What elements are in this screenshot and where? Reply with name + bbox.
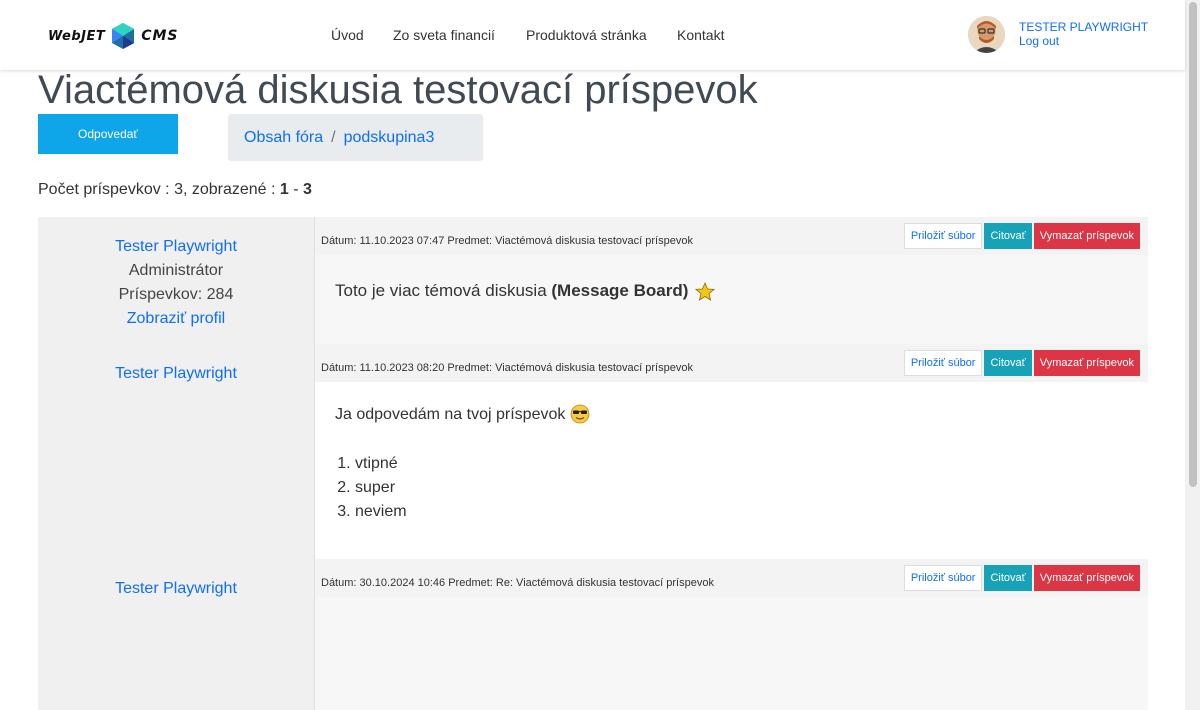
- post-content-panel: Dátum: 11.10.2023 08:20 Predmet: Viactém…: [314, 344, 1148, 559]
- page-title: Viactémová diskusia testovací príspevok: [38, 68, 758, 112]
- author-link[interactable]: Tester Playwright: [115, 238, 237, 255]
- delete-post-button[interactable]: Vymazať príspevok: [1033, 565, 1140, 591]
- avatar[interactable]: [968, 16, 1005, 53]
- scrollbar-thumb[interactable]: [1189, 2, 1197, 487]
- sunglasses-emoji-icon: [570, 404, 590, 424]
- breadcrumb-subgroup[interactable]: podskupina3: [344, 129, 435, 147]
- logo-hexagon-icon: [112, 23, 135, 49]
- post-date-subject: Dátum: 11.10.2023 07:47 Predmet: Viactém…: [321, 235, 693, 247]
- post-text: Toto je viac témová diskusia (Message Bo…: [335, 281, 716, 302]
- author-post-count: Príspevkov: 284: [118, 286, 234, 303]
- breadcrumb: Obsah fóra / podskupina3: [228, 114, 483, 161]
- post-text: Ja odpovedám na tvoj príspevok: [335, 404, 590, 424]
- post-actions: Priložiť súbor Citovať Vymazať príspevok: [903, 565, 1140, 591]
- breadcrumb-forum-content[interactable]: Obsah fóra: [244, 129, 323, 147]
- nav-item-uvod[interactable]: Úvod: [331, 27, 364, 43]
- logo-text-right: CMS: [141, 28, 179, 44]
- logo-text-left: WebJET: [48, 28, 106, 44]
- post-actions: Priložiť súbor Citovať Vymazať príspevok: [903, 223, 1140, 249]
- nav-item-produktova-stranka[interactable]: Produktová stránka: [526, 27, 647, 43]
- logout-link[interactable]: Log out: [1019, 34, 1059, 48]
- attach-file-button[interactable]: Priložiť súbor: [903, 565, 983, 591]
- attach-file-button[interactable]: Priložiť súbor: [903, 350, 983, 376]
- page-scrollbar[interactable]: [1185, 0, 1200, 710]
- post-meta: Dátum: 11.10.2023 08:20 Predmet: Viactém…: [315, 344, 1148, 383]
- view-profile-link[interactable]: Zobraziť profil: [127, 310, 225, 327]
- nav-item-zo-sveta-financii[interactable]: Zo sveta financií: [393, 27, 495, 43]
- post-body: [315, 597, 1148, 710]
- post-content-panel: Dátum: 11.10.2023 07:47 Predmet: Viactém…: [314, 217, 1148, 344]
- delete-post-button[interactable]: Vymazať príspevok: [1033, 350, 1140, 376]
- list-item: super: [355, 476, 407, 500]
- author-link[interactable]: Tester Playwright: [115, 365, 237, 382]
- post-meta: Dátum: 11.10.2023 07:47 Predmet: Viactém…: [315, 217, 1148, 256]
- post-author-panel: Tester Playwright: [38, 344, 314, 559]
- post-body: Toto je viac témová diskusia (Message Bo…: [315, 255, 1148, 344]
- nav-item-kontakt[interactable]: Kontakt: [677, 27, 724, 43]
- post-list: vtipné super neviem: [335, 452, 407, 524]
- reply-button[interactable]: Odpovedať: [38, 114, 178, 154]
- post-date-subject: Dátum: 11.10.2023 08:20 Predmet: Viactém…: [321, 362, 693, 374]
- star-icon: [695, 281, 716, 301]
- quote-button[interactable]: Citovať: [984, 223, 1032, 249]
- delete-post-button[interactable]: Vymazať príspevok: [1033, 223, 1140, 249]
- breadcrumb-separator: /: [331, 128, 336, 146]
- post-body: Ja odpovedám na tvoj príspevok vtipné su…: [315, 382, 1148, 559]
- quote-button[interactable]: Citovať: [984, 565, 1032, 591]
- forum-post: Tester Playwright Administrátor Príspevk…: [38, 217, 1148, 344]
- forum-post: Tester Playwright Dátum: 30.10.2024 10:4…: [38, 559, 1148, 710]
- site-header: WebJET CMS Úvod Zo sveta financií Produk…: [0, 0, 1185, 70]
- quote-button[interactable]: Citovať: [984, 350, 1032, 376]
- webjet-logo[interactable]: WebJET CMS: [48, 22, 179, 50]
- author-link[interactable]: Tester Playwright: [115, 580, 237, 597]
- post-count: Počet príspevkov : 3, zobrazené : 1 - 3: [38, 181, 312, 198]
- post-meta: Dátum: 30.10.2024 10:46 Predmet: Re: Via…: [315, 559, 1148, 598]
- post-author-panel: Tester Playwright Administrátor Príspevk…: [38, 217, 314, 344]
- forum-post: Tester Playwright Dátum: 11.10.2023 08:2…: [38, 344, 1148, 559]
- user-name-link[interactable]: TESTER PLAYWRIGHT: [1019, 20, 1148, 34]
- list-item: neviem: [355, 500, 407, 524]
- post-author-panel: Tester Playwright: [38, 559, 314, 710]
- author-role: Administrátor: [128, 262, 224, 279]
- post-date-subject: Dátum: 30.10.2024 10:46 Predmet: Re: Via…: [321, 577, 714, 589]
- attach-file-button[interactable]: Priložiť súbor: [903, 223, 983, 249]
- post-content-panel: Dátum: 30.10.2024 10:46 Predmet: Re: Via…: [314, 559, 1148, 710]
- list-item: vtipné: [355, 452, 407, 476]
- post-actions: Priložiť súbor Citovať Vymazať príspevok: [903, 350, 1140, 376]
